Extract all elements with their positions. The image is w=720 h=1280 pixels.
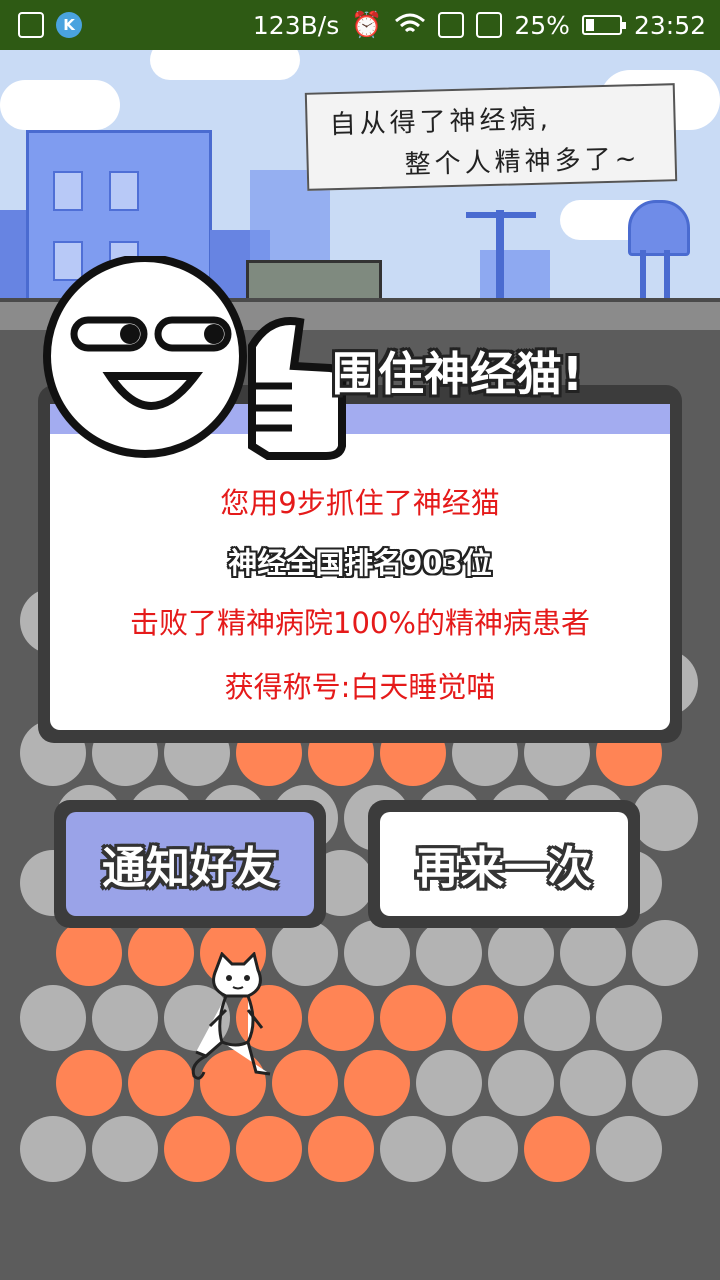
banner-line-1: 自从得了神经病, <box>329 104 553 141</box>
empty-dot[interactable] <box>632 920 698 986</box>
blocked-dot[interactable] <box>452 985 518 1051</box>
blocked-dot[interactable] <box>56 920 122 986</box>
empty-dot[interactable] <box>596 1116 662 1182</box>
empty-dot[interactable] <box>560 920 626 986</box>
status-bar: K 123B/s ⏰ 25% 23:52 <box>0 0 720 50</box>
empty-dot[interactable] <box>20 985 86 1051</box>
blocked-dot[interactable] <box>128 1050 194 1116</box>
blocked-dot[interactable] <box>308 1116 374 1182</box>
sim1-icon <box>438 12 465 38</box>
rank-message: 神经全国排名903位 <box>228 546 492 580</box>
steps-message: 您用9步抓住了神经猫 <box>220 486 500 520</box>
wifi-icon <box>395 13 426 33</box>
water-tower <box>628 200 690 256</box>
clock: 23:52 <box>633 10 706 40</box>
empty-dot[interactable] <box>344 920 410 986</box>
thumbs-up-mascot <box>43 256 347 460</box>
dialog-title: 围住神经猫! <box>332 347 583 401</box>
battery-charging-icon <box>581 15 626 35</box>
utility-pole <box>496 210 504 310</box>
banner-sign: 自从得了神经病, 整个人精神多了~ <box>304 83 678 191</box>
empty-dot[interactable] <box>20 1116 86 1182</box>
title-earned-message: 获得称号:白天睡觉喵 <box>224 670 496 704</box>
banner-line-2: 整个人精神多了~ <box>404 144 641 181</box>
sim2-icon <box>476 12 503 38</box>
empty-dot[interactable] <box>452 1116 518 1182</box>
network-speed: 123B/s <box>252 10 340 40</box>
blocked-dot[interactable] <box>236 1116 302 1182</box>
game-screen: K 123B/s ⏰ 25% 23:52 自从得了神经病, 整个人精神多了~ 您… <box>0 0 720 1280</box>
blocked-dot[interactable] <box>380 985 446 1051</box>
result-dialog: 您用9步抓住了神经猫 神经全国排名903位 击败了精神病院100%的精神病患者 … <box>50 434 670 730</box>
blocked-dot[interactable] <box>56 1050 122 1116</box>
empty-dot[interactable] <box>416 1050 482 1116</box>
empty-dot[interactable] <box>488 920 554 986</box>
cat-character <box>191 952 271 1080</box>
notify-friends-button[interactable]: 通知好友 <box>66 812 314 916</box>
empty-dot[interactable] <box>596 985 662 1051</box>
empty-dot[interactable] <box>416 920 482 986</box>
empty-dot[interactable] <box>488 1050 554 1116</box>
blocked-dot[interactable] <box>308 985 374 1051</box>
blocked-dot[interactable] <box>128 920 194 986</box>
blocked-dot[interactable] <box>524 1116 590 1182</box>
k-app-icon: K <box>56 12 82 38</box>
empty-dot[interactable] <box>92 985 158 1051</box>
empty-dot[interactable] <box>380 1116 446 1182</box>
empty-dot[interactable] <box>632 785 698 851</box>
blocked-dot[interactable] <box>164 1116 230 1182</box>
play-again-button[interactable]: 再来一次 <box>380 812 628 916</box>
beat-message: 击败了精神病院100%的精神病患者 <box>130 606 590 640</box>
alarm-icon: ⏰ <box>351 10 383 39</box>
empty-dot[interactable] <box>92 1116 158 1182</box>
blocked-dot[interactable] <box>344 1050 410 1116</box>
empty-dot[interactable] <box>524 985 590 1051</box>
empty-dot[interactable] <box>560 1050 626 1116</box>
image-icon <box>18 12 44 38</box>
empty-dot[interactable] <box>632 1050 698 1116</box>
battery-percent: 25% <box>514 10 570 40</box>
